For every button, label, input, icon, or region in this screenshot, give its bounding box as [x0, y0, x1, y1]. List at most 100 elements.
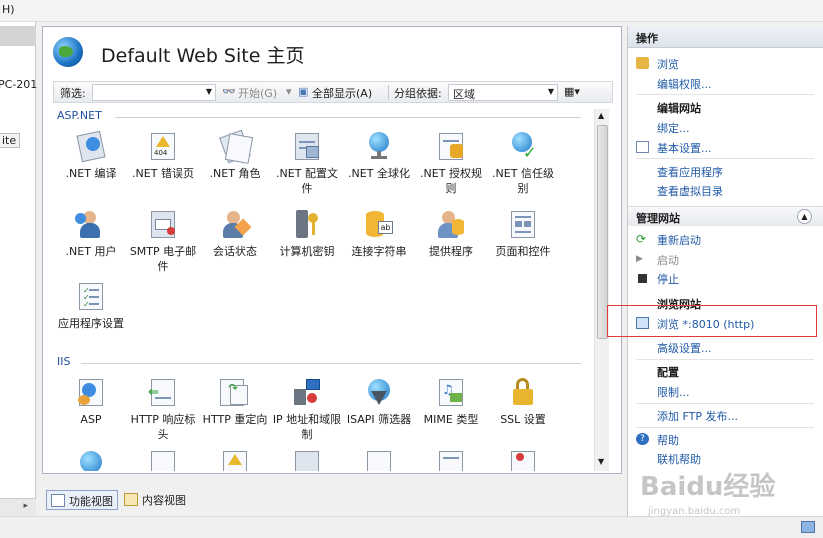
- collapse-chevron-icon[interactable]: ▲: [797, 209, 812, 224]
- feature-smtp-email[interactable]: SMTP 电子邮件: [127, 209, 199, 274]
- partial-arrows-icon: [146, 449, 180, 471]
- ip-domain-restrictions-icon: [290, 377, 324, 407]
- group-by-select[interactable]: 区域 ▼: [448, 84, 558, 101]
- online-help-link[interactable]: 联机帮助: [657, 451, 701, 467]
- tile-label: .NET 角色: [209, 167, 261, 180]
- filter-input[interactable]: ▼: [92, 84, 216, 101]
- content-view-tab[interactable]: 内容视图: [120, 490, 190, 510]
- menu-fragment[interactable]: H): [2, 3, 15, 16]
- feature-dotnet-authorization[interactable]: .NET 授权规则: [415, 131, 487, 196]
- feature-dotnet-globalization[interactable]: .NET 全球化: [343, 131, 415, 181]
- actions-separator: [636, 359, 814, 360]
- feature-ssl-settings[interactable]: SSL 设置: [487, 377, 559, 427]
- tile-label: .NET 编译: [65, 167, 117, 180]
- feature-app-settings[interactable]: ✓ ✓ ✓ 应用程序设置: [55, 281, 127, 331]
- group-by-arrow-icon[interactable]: ▼: [548, 87, 554, 96]
- tile-label: 页面和控件: [495, 245, 551, 258]
- tile-label: 计算机密钥: [279, 245, 335, 258]
- stop-link[interactable]: 停止: [657, 271, 679, 287]
- scroll-up-arrow-icon[interactable]: ▲: [598, 111, 604, 120]
- feature-dotnet-trust-levels[interactable]: ✓ .NET 信任级别: [487, 131, 559, 196]
- feature-pages-controls[interactable]: 页面和控件: [487, 209, 559, 259]
- limits-link[interactable]: 限制...: [657, 384, 690, 400]
- feature-http-redirect[interactable]: ↷ HTTP 重定向: [199, 377, 271, 427]
- network-status-icon: [801, 521, 815, 533]
- tile-label: .NET 用户: [65, 245, 117, 258]
- explore-link[interactable]: 浏览: [657, 56, 679, 72]
- asp-icon: [74, 377, 108, 407]
- feature-dotnet-error-pages[interactable]: 404 .NET 错误页: [127, 131, 199, 181]
- feature-partial-row[interactable]: [199, 449, 271, 471]
- actions-separator: [636, 94, 814, 95]
- feature-session-state[interactable]: 会话状态: [199, 209, 271, 259]
- feature-dotnet-compilation[interactable]: .NET 编译: [55, 130, 127, 181]
- feature-grid-scrollbar[interactable]: ▲ ▼: [594, 109, 609, 471]
- feature-dotnet-users[interactable]: .NET 用户: [55, 209, 127, 259]
- start-dropdown-arrow-icon[interactable]: ▾: [286, 85, 292, 98]
- providers-icon: [434, 209, 468, 239]
- content-view-label: 内容视图: [142, 494, 186, 507]
- feature-dotnet-profile[interactable]: .NET 配置文件: [271, 131, 343, 196]
- connections-hscroll[interactable]: ▸: [0, 498, 36, 516]
- features-view-tab[interactable]: 功能视图: [46, 490, 118, 510]
- partial-document-icon: [362, 449, 396, 471]
- feature-providers[interactable]: 提供程序: [415, 209, 487, 259]
- manage-site-section[interactable]: 管理网站 ▲: [628, 206, 823, 226]
- isapi-filters-icon: [362, 377, 396, 407]
- show-all-button[interactable]: 全部显示(A): [312, 85, 372, 101]
- view-applications-link[interactable]: 查看应用程序: [657, 164, 723, 180]
- feature-machine-key[interactable]: 计算机密钥: [271, 209, 343, 259]
- tree-node-site[interactable]: ite: [0, 133, 21, 148]
- view-virtual-dirs-link[interactable]: 查看虚拟目录: [657, 183, 723, 199]
- scroll-down-arrow-icon[interactable]: ▼: [598, 457, 604, 466]
- help-link[interactable]: 帮助: [657, 432, 679, 448]
- edit-permissions-link[interactable]: 编辑权限...: [657, 76, 712, 92]
- feature-partial-row[interactable]: [55, 449, 127, 471]
- partial-globe-icon: [74, 449, 108, 471]
- start-link[interactable]: 启动: [657, 252, 679, 268]
- feature-partial-row[interactable]: [415, 449, 487, 471]
- advanced-settings-link[interactable]: 高级设置...: [657, 340, 712, 356]
- feature-http-response-headers[interactable]: ⇐ HTTP 响应标头: [127, 377, 199, 442]
- features-view-icon: [51, 494, 65, 507]
- bindings-link[interactable]: 绑定...: [657, 120, 690, 136]
- partial-modules-icon: [506, 449, 540, 471]
- actions-separator: [636, 403, 814, 404]
- feature-dotnet-roles[interactable]: .NET 角色: [199, 129, 271, 181]
- dotnet-users-icon: [74, 209, 108, 239]
- tile-label: 连接字符串: [351, 245, 407, 258]
- group-header-aspnet: ASP.NET: [57, 109, 102, 122]
- feature-ip-domain-restrictions[interactable]: IP 地址和域限制: [271, 377, 343, 442]
- basic-settings-link[interactable]: 基本设置...: [657, 140, 712, 156]
- filter-dropdown-arrow-icon[interactable]: ▼: [206, 87, 212, 96]
- feature-grid: ASP.NET .NET 编译 404 .NET 错误页 .NET 角色 .NE…: [53, 109, 592, 471]
- ssl-settings-icon: [506, 377, 540, 407]
- feature-asp[interactable]: ASP: [55, 377, 127, 427]
- add-ftp-link[interactable]: 添加 FTP 发布...: [657, 408, 738, 424]
- view-mode-icon[interactable]: ▦▾: [564, 85, 580, 98]
- feature-partial-row[interactable]: [343, 449, 415, 471]
- feature-partial-row[interactable]: [271, 449, 343, 471]
- basic-settings-icon: [636, 141, 649, 153]
- feature-isapi-filters[interactable]: ISAPI 筛选器: [343, 377, 415, 427]
- scroll-right-arrow-icon[interactable]: ▸: [23, 501, 28, 511]
- http-response-headers-icon: ⇐: [146, 377, 180, 407]
- baidu-watermark-url: jingyan.baidu.com: [648, 506, 741, 517]
- tile-label: SSL 设置: [500, 413, 546, 426]
- feature-partial-row[interactable]: [487, 449, 559, 471]
- feature-mime-types[interactable]: ♫ MIME 类型: [415, 377, 487, 427]
- feature-connection-strings[interactable]: ab 连接字符串: [343, 209, 415, 259]
- tile-label: HTTP 响应标头: [130, 413, 196, 441]
- dotnet-trust-levels-icon: ✓: [506, 131, 540, 162]
- partial-handler-icon: [290, 449, 324, 471]
- session-state-icon: [218, 209, 252, 239]
- dotnet-authorization-icon: [434, 131, 468, 161]
- restart-link[interactable]: 重新启动: [657, 232, 701, 248]
- actions-pane: 操作 浏览 编辑权限... 编辑网站 绑定... 基本设置... 查看应用程序 …: [627, 26, 823, 516]
- tree-node-host[interactable]: PC-201: [0, 78, 37, 91]
- tile-label: 应用程序设置: [58, 317, 124, 330]
- feature-partial-row[interactable]: [127, 449, 199, 471]
- start-filter-button[interactable]: 开始(G): [238, 85, 277, 101]
- explore-folder-icon: [636, 57, 649, 69]
- connection-strings-icon: ab: [362, 209, 396, 239]
